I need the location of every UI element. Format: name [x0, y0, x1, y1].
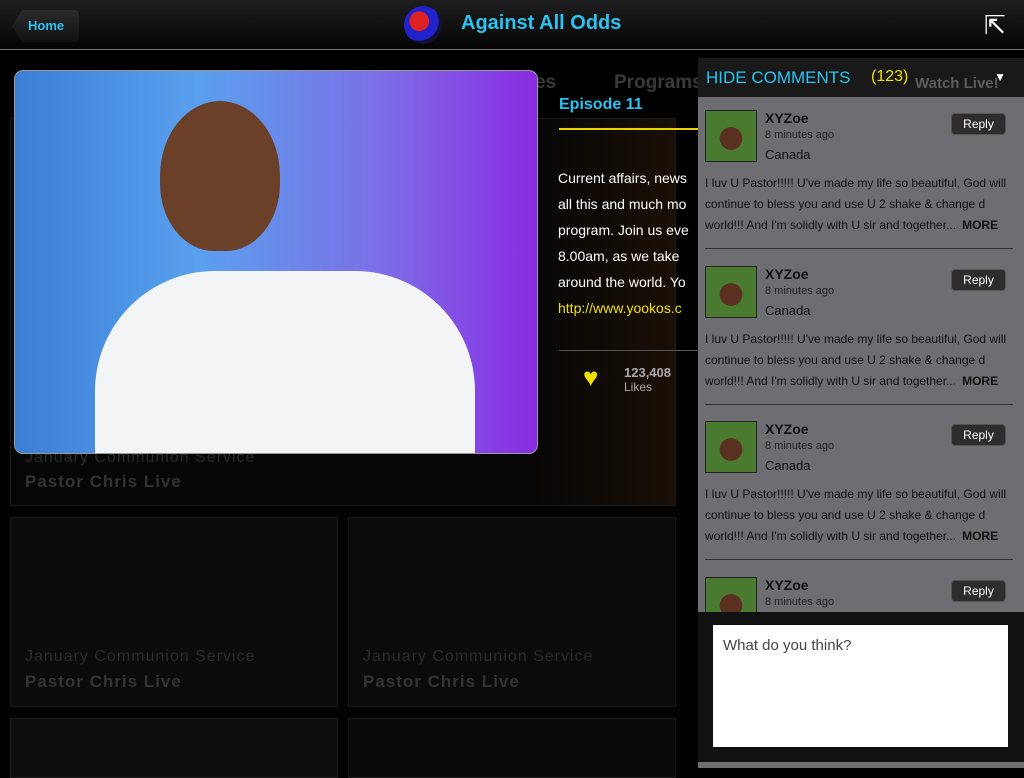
comment-location: Canada — [765, 147, 811, 162]
divider — [705, 403, 1013, 405]
share-icon[interactable]: ⇱ — [984, 10, 1014, 40]
avatar[interactable] — [705, 421, 757, 473]
comment-body: I luv U Pastor!!!!! U've made my life so… — [705, 331, 1007, 388]
app-logo-icon — [404, 6, 442, 44]
description-line: Current affairs, news — [558, 170, 687, 186]
comment-count: (123) — [871, 68, 909, 85]
hide-comments-label: HIDE COMMENTS — [706, 68, 851, 87]
comment-compose — [698, 612, 1024, 762]
comment-time: 8 minutes ago — [765, 129, 835, 141]
reply-button[interactable]: Reply — [951, 424, 1006, 446]
bg-nav-item: es — [535, 72, 557, 93]
comment-body: I luv U Pastor!!!!! U've made my life so… — [705, 487, 1007, 543]
comment-time: 8 minutes ago — [765, 440, 835, 452]
heart-icon[interactable]: ♥ — [583, 362, 598, 393]
comment-location: Canada — [765, 458, 811, 473]
divider — [559, 128, 699, 130]
comment-author[interactable]: XYZoe — [765, 110, 809, 126]
comment-text: I luv U Pastor!!!!! U've made my life so… — [705, 484, 1015, 547]
comment-text: I luv U Pastor!!!!! U've made my life so… — [705, 173, 1015, 236]
episode-link[interactable]: http://www.yookos.c — [558, 300, 698, 316]
episode-image — [14, 70, 538, 454]
comment-item: XYZoe 8 minutes ago Reply Canada I luv U P… — [698, 110, 1024, 265]
description-line: all this and much mo — [558, 196, 687, 212]
tile-subtitle: Pastor Chris Live — [25, 472, 182, 491]
description-line: program. Join us eve — [558, 222, 689, 238]
divider — [559, 350, 699, 351]
more-link[interactable]: MORE — [962, 374, 998, 388]
tile-subtitle: Pastor Chris Live — [25, 672, 182, 691]
description-line: around the world. Yo — [558, 274, 686, 290]
comment-input[interactable] — [713, 625, 1008, 747]
page-title: Against All Odds — [461, 12, 622, 34]
likes-number: 123,408 — [624, 365, 671, 380]
avatar[interactable] — [705, 110, 757, 162]
top-bar: Home Against All Odds ⇱ — [0, 0, 1024, 50]
bg-nav-watch-live: Watch Live! — [915, 75, 999, 92]
comment-author[interactable]: XYZoe — [765, 577, 809, 593]
program-tile[interactable] — [10, 718, 338, 778]
bg-nav-programs: Programs — [614, 72, 703, 93]
divider — [705, 559, 1013, 560]
likes-count: 123,408 Likes — [624, 365, 671, 395]
avatar[interactable] — [705, 265, 757, 318]
more-link[interactable]: MORE — [962, 218, 998, 232]
comment-author[interactable]: XYZoe — [765, 421, 809, 437]
program-tile[interactable]: January Communion Service Pastor Chris L… — [10, 517, 338, 707]
comment-item: XYZoe 8 minutes ago Reply Canada I luv U P… — [698, 265, 1024, 421]
home-button[interactable]: Home — [12, 10, 79, 42]
image-figure-head — [160, 101, 280, 251]
more-link[interactable]: MORE — [962, 529, 998, 543]
reply-button[interactable]: Reply — [951, 113, 1006, 135]
divider — [705, 248, 1013, 249]
likes-label: Likes — [624, 380, 653, 394]
comment-body: I luv U Pastor!!!!! U've made my life so… — [705, 176, 1007, 232]
tile-title: January Communion Service — [363, 648, 594, 665]
tile-subtitle: Pastor Chris Live — [363, 672, 520, 691]
program-tile[interactable]: January Communion Service Pastor Chris L… — [348, 517, 676, 707]
image-figure — [95, 271, 475, 453]
episode-title: Episode 11 — [559, 96, 643, 113]
comment-time: 8 minutes ago — [765, 595, 835, 608]
reply-button[interactable]: Reply — [951, 579, 1006, 602]
comment-author[interactable]: XYZoe — [765, 266, 809, 282]
program-tile[interactable] — [348, 718, 676, 778]
comment-item: XYZoe 8 minutes ago Reply Canada I luv U P… — [698, 421, 1024, 576]
comment-location: Canada — [765, 302, 811, 318]
tile-title: January Communion Service — [25, 648, 256, 665]
comment-text: I luv U Pastor!!!!! U've made my life so… — [705, 329, 1015, 392]
comment-time: 8 minutes ago — [765, 284, 835, 297]
reply-button[interactable]: Reply — [951, 268, 1006, 291]
description-line: 8.00am, as we take — [558, 248, 680, 264]
